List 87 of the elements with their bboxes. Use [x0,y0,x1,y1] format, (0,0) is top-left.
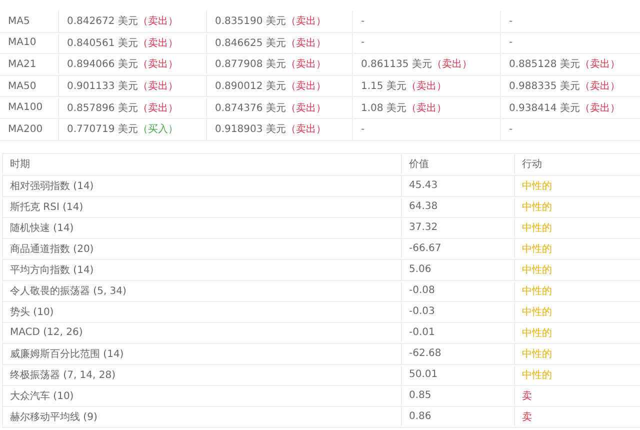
indicator-name: 终极振荡器 (7, 14, 28) [9,368,117,383]
indicator-value: -62.68 [401,344,514,364]
indicator-name: 随机快速 (14) [9,222,75,236]
signal-label: （卖出） [286,58,326,72]
ma-price: 1.15 美元 [361,80,406,94]
indicator-value: -0.03 [401,302,514,322]
indicator-value: -66.67 [401,238,514,259]
ma-price: 1.08 美元 [361,102,406,115]
indicator-value: -0.01 [401,322,514,343]
indicator-value: -0.08 [401,280,514,301]
ma-period: MA21 [7,58,38,72]
indicator-value: 50.01 [401,364,514,385]
ma-period: MA100 [7,101,44,116]
ma-price: 0.918903 美元 [215,122,286,136]
signal-label: （卖出） [138,102,178,115]
ma-price: 0.770719 美元 [67,122,138,136]
empty-cell: - [500,118,640,140]
indicator-name: 势头 (10) [9,306,55,320]
indicator-name: 大众汽车 (10) [9,390,75,404]
column-header: 行动 [514,154,640,175]
signal-label: （买入） [138,122,178,136]
action-label: 中性的 [514,322,640,343]
signal-label: （卖出） [138,80,178,94]
ma-period: MA200 [7,122,44,137]
indicator-value: 5.06 [401,260,514,280]
signal-label: （卖出） [580,58,620,72]
ma-price: 0.857896 美元 [67,102,138,115]
action-label: 中性的 [514,302,640,322]
action-label: 中性的 [514,196,640,217]
ma-price: 0.835190 美元 [215,14,286,28]
empty-cell: - [352,11,500,32]
empty-cell: - [352,118,500,140]
action-label: 卖 [514,406,640,427]
indicator-name: 令人敬畏的振荡器 (5, 34) [9,284,128,299]
ma-price: 0.840561 美元 [67,36,138,50]
indicator-value: 64.38 [401,196,514,217]
signal-label: （卖出） [432,58,472,72]
signal-label: （卖出） [138,58,178,72]
indicator-name: 赫尔移动平均线 (9) [9,410,98,425]
action-label: 中性的 [514,344,640,364]
indicator-value: 45.43 [401,176,514,196]
action-label: 中性的 [514,176,640,196]
indicator-value: 0.85 [401,386,514,406]
signal-label: （卖出） [138,36,178,50]
ma-period: MA10 [7,36,38,50]
indicator-value: 37.32 [401,218,514,238]
action-label: 中性的 [514,364,640,385]
signal-label: （卖出） [406,80,446,94]
action-label: 中性的 [514,280,640,301]
ma-price: 0.874376 美元 [215,102,286,115]
signal-label: （卖出） [286,80,326,94]
ma-price: 0.894066 美元 [67,58,138,72]
ma-price: 0.938414 美元 [509,102,580,115]
indicator-value: 0.86 [401,406,514,427]
indicator-name: 威廉姆斯百分比范围 (14) [9,348,125,362]
ma-price: 0.842672 美元 [67,14,138,28]
signal-label: （卖出） [286,36,326,50]
ma-price: 0.846625 美元 [215,36,286,50]
ma-price: 0.885128 美元 [509,58,580,72]
action-label: 中性的 [514,218,640,238]
signal-label: （卖出） [286,102,326,115]
action-label: 中性的 [514,260,640,280]
action-label: 中性的 [514,238,640,259]
ma-period: MA5 [7,14,31,29]
indicator-name: MACD (12, 26) [9,326,84,340]
column-header: 价值 [401,154,514,175]
column-header: 时期 [9,158,31,172]
action-label: 卖 [514,386,640,406]
indicator-name: 相对强弱指数 (14) [9,180,95,194]
signal-label: （卖出） [406,102,446,115]
ma-price: 0.861135 美元 [361,58,432,72]
ma-period: MA50 [7,80,38,94]
ma-price: 0.890012 美元 [215,80,286,94]
signal-label: （卖出） [580,80,620,94]
indicator-name: 平均方向指数 (14) [9,264,95,278]
signal-label: （卖出） [286,14,326,28]
empty-cell: - [500,32,640,54]
signal-label: （卖出） [138,14,178,28]
signal-label: （卖出） [286,122,326,136]
ma-price: 0.988335 美元 [509,80,580,94]
ma-price: 0.901133 美元 [67,80,138,94]
indicator-name: 斯托克 RSI (14) [9,200,84,215]
empty-cell: - [500,11,640,32]
ma-price: 0.877908 美元 [215,58,286,72]
empty-cell: - [352,32,500,54]
signal-label: （卖出） [580,102,620,115]
indicator-name: 商品通道指数 (20) [9,242,95,257]
